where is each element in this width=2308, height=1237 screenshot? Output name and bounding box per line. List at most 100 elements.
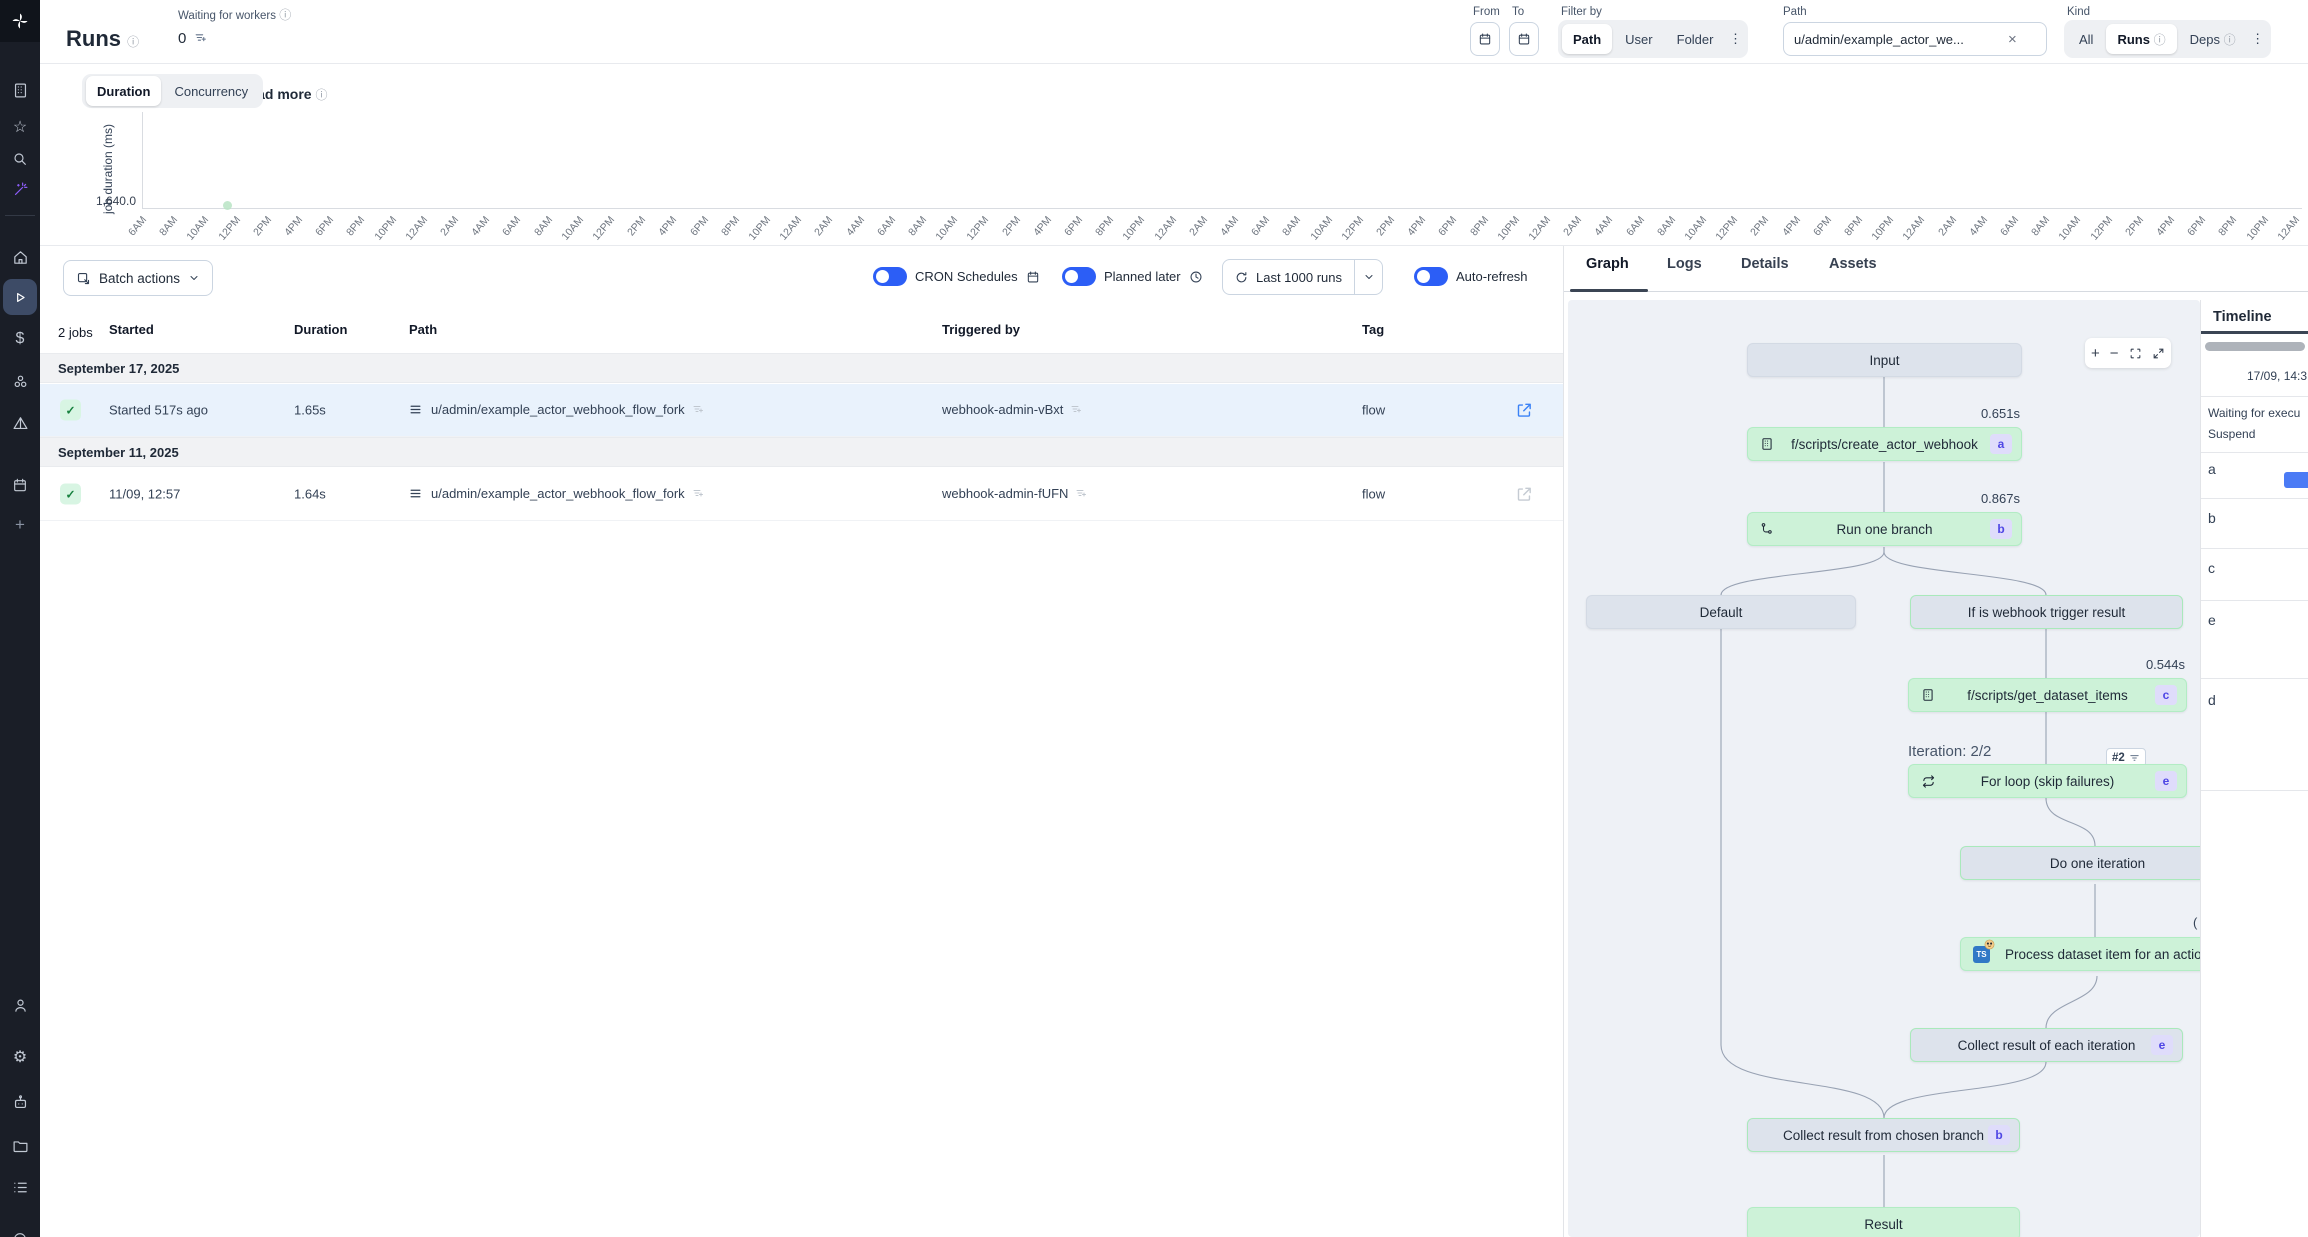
node-do-one-iteration[interactable]: Do one iteration [1960, 846, 2200, 880]
zoom-out-icon[interactable]: − [2110, 346, 2119, 361]
run-triggered-by[interactable]: webhook-admin-fUFN [942, 486, 1087, 502]
tab-duration[interactable]: Duration [86, 76, 161, 106]
run-tag: flow [1362, 403, 1385, 418]
user-icon[interactable] [0, 988, 40, 1022]
favorites-star-icon[interactable]: ☆ [0, 110, 40, 144]
folders-icon[interactable] [0, 1128, 40, 1162]
run-triggered-by[interactable]: webhook-admin-vBxt [942, 402, 1082, 418]
node-result[interactable]: Result [1747, 1207, 2020, 1237]
cron-schedules-toggle[interactable] [873, 267, 907, 286]
apps-icon[interactable] [0, 73, 40, 107]
tab-concurrency[interactable]: Concurrency [163, 76, 259, 106]
ai-wand-icon[interactable] [0, 172, 40, 206]
audit-logs-list-icon[interactable] [0, 1170, 40, 1204]
x-tick-label: 2AM [1936, 214, 1959, 238]
resources-nodes-icon[interactable] [0, 364, 40, 398]
runs-play-icon[interactable] [0, 280, 40, 314]
schedules-calendar-icon[interactable] [0, 468, 40, 502]
runs-limit-button[interactable]: Last 1000 runs [1223, 270, 1354, 285]
x-tick-label: 4PM [282, 214, 305, 238]
triggers-prism-icon[interactable] [0, 406, 40, 440]
timeline-resize-handle[interactable] [2205, 342, 2305, 351]
to-label: To [1512, 6, 1524, 18]
home-icon[interactable] [0, 240, 40, 274]
kind-tab-deps[interactable]: Deps ⓘ [2179, 24, 2247, 54]
from-date-button[interactable] [1470, 22, 1500, 56]
node-branch-if-webhook[interactable]: If is webhook trigger result [1910, 595, 2183, 629]
tab-assets[interactable]: Assets [1829, 256, 1877, 272]
kind-tab-runs[interactable]: Runs ⓘ [2106, 24, 2176, 54]
col-started[interactable]: Started [109, 322, 154, 337]
filter-plus-icon[interactable] [194, 31, 207, 48]
filter-plus-icon[interactable] [1070, 403, 1082, 418]
x-tick-label: 2PM [1749, 214, 1772, 238]
clipped-duration-fragment: ( [2193, 915, 2197, 930]
kind-tab-all[interactable]: All [2068, 24, 2104, 54]
kind-segmented: All Runs ⓘ Deps ⓘ ⋮ [2064, 20, 2271, 58]
node-run-one-branch[interactable]: Run one branch b [1747, 512, 2022, 546]
node-create-actor-webhook[interactable]: f/scripts/create_actor_webhook a [1747, 427, 2022, 461]
table-header: 2 jobs Started Duration Path Triggered b… [40, 322, 1563, 352]
filter-plus-icon[interactable] [692, 403, 704, 418]
run-path[interactable]: u/admin/example_actor_webhook_flow_fork [409, 486, 704, 502]
filter-tab-user[interactable]: User [1614, 24, 1663, 54]
node-collect-chosen-branch[interactable]: Collect result from chosen branch b [1747, 1118, 2020, 1152]
filter-plus-icon[interactable] [1075, 487, 1087, 502]
workers-robot-icon[interactable] [0, 1085, 40, 1119]
success-check-icon[interactable]: ✓ [60, 484, 81, 505]
to-date-button[interactable] [1509, 22, 1539, 56]
zoom-in-icon[interactable]: + [2091, 346, 2100, 361]
loop-icon [1921, 774, 1936, 789]
runs-limit-dropdown[interactable] [1354, 260, 1382, 294]
x-tick-label: 2PM [625, 214, 648, 238]
batch-actions-button[interactable]: Batch actions [63, 260, 213, 296]
filter-tab-path[interactable]: Path [1562, 24, 1612, 54]
run-row[interactable]: ✓ Started 517s ago 1.65s u/admin/example… [40, 384, 1563, 437]
run-data-point[interactable] [223, 201, 232, 210]
filter-tab-folder[interactable]: Folder [1666, 24, 1725, 54]
x-tick-label: 2AM [438, 214, 461, 238]
runs-limit-control: Last 1000 runs [1222, 259, 1383, 295]
node-branch-default[interactable]: Default [1586, 595, 1856, 629]
planned-later-toggle[interactable] [1062, 267, 1096, 286]
filter-plus-icon[interactable] [692, 487, 704, 502]
run-row[interactable]: ✓ 11/09, 12:57 1.64s u/admin/example_act… [40, 468, 1563, 521]
variables-dollar-icon[interactable]: $ [0, 322, 40, 356]
fit-view-icon[interactable] [2129, 347, 2142, 360]
info-icon[interactable]: ⓘ [279, 8, 291, 22]
open-run-icon[interactable] [1516, 402, 1533, 419]
windmill-logo[interactable] [0, 0, 40, 42]
x-tick-label: 10AM [934, 214, 961, 243]
timeline-divider [2201, 600, 2308, 601]
col-path[interactable]: Path [409, 322, 437, 337]
node-process-dataset-item[interactable]: TS Process dataset item for an action [1960, 937, 2200, 971]
run-path[interactable]: u/admin/example_actor_webhook_flow_fork [409, 402, 704, 418]
node-input[interactable]: Input [1747, 343, 2022, 377]
node-get-dataset-items[interactable]: f/scripts/get_dataset_items c [1908, 678, 2187, 712]
filter-more-menu-icon[interactable]: ⋮ [1726, 31, 1744, 47]
open-run-icon[interactable] [1516, 486, 1533, 503]
search-icon[interactable] [0, 142, 40, 176]
node-for-loop[interactable]: For loop (skip failures) e [1908, 764, 2187, 798]
help-circle-icon[interactable] [0, 1222, 40, 1237]
col-triggered-by[interactable]: Triggered by [942, 322, 1020, 337]
flow-graph-canvas[interactable]: + − Input 0.651s f/scripts/create_actor_… [1568, 300, 2200, 1237]
settings-gear-icon[interactable]: ⚙ [0, 1040, 40, 1074]
auto-refresh-toggle[interactable] [1414, 267, 1448, 286]
success-check-icon[interactable]: ✓ [60, 400, 81, 421]
col-tag[interactable]: Tag [1362, 322, 1384, 337]
timeline-bar[interactable] [2284, 472, 2308, 488]
x-tick-label: 8AM [2029, 214, 2052, 238]
kind-more-menu-icon[interactable]: ⋮ [2249, 31, 2267, 47]
col-duration[interactable]: Duration [294, 322, 347, 337]
timeline-title[interactable]: Timeline [2213, 309, 2272, 325]
tab-graph[interactable]: Graph [1586, 256, 1629, 272]
clear-path-icon[interactable]: × [2008, 31, 2017, 48]
fullscreen-icon[interactable] [2152, 347, 2165, 360]
path-filter-input[interactable] [1794, 32, 2000, 47]
tab-details[interactable]: Details [1741, 256, 1789, 272]
tab-logs[interactable]: Logs [1667, 256, 1702, 272]
add-plus-icon[interactable]: + [0, 508, 40, 542]
node-collect-each-iteration[interactable]: Collect result of each iteration e [1910, 1028, 2183, 1062]
info-icon[interactable]: ⓘ [127, 35, 139, 49]
